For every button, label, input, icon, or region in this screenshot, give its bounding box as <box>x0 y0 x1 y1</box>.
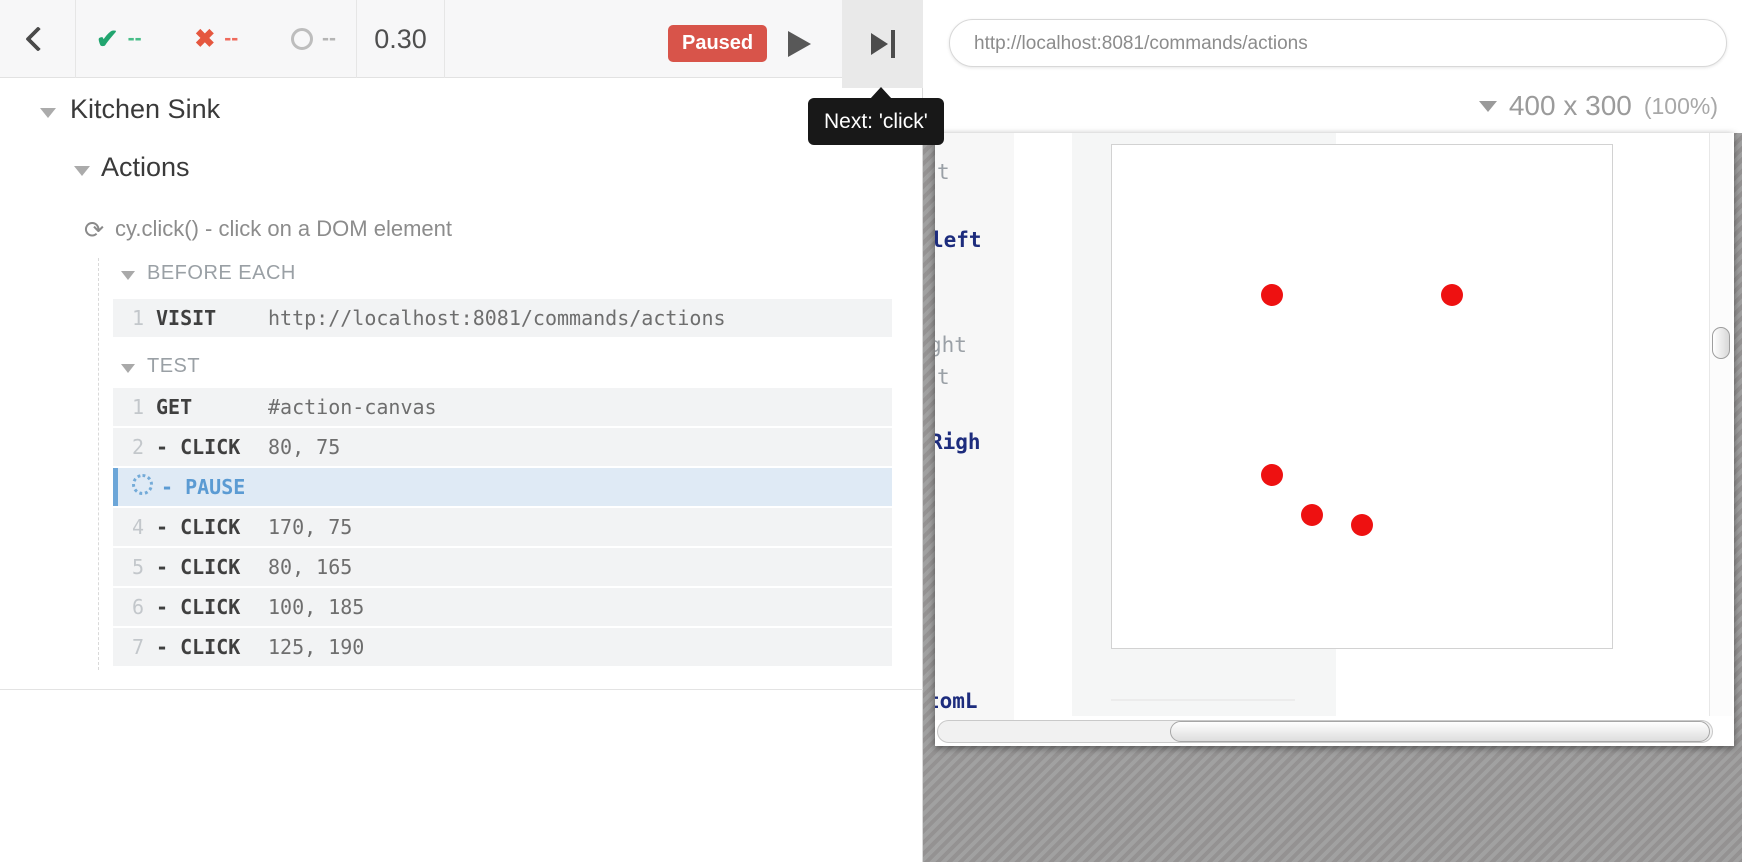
step-forward-icon <box>871 33 888 55</box>
command-value: 80, 165 <box>268 555 892 579</box>
stat-passed: ✔ -- <box>96 24 142 55</box>
code-fragment: left <box>935 228 982 252</box>
next-step-tooltip: Next: 'click' <box>808 98 944 145</box>
command-method: - CLICK <box>156 435 268 459</box>
horizontal-scrollbar-thumb[interactable] <box>1170 721 1710 742</box>
command-row-click[interactable]: 5 - CLICK 80, 165 <box>113 548 892 586</box>
command-number: 4 <box>113 515 156 539</box>
viewport-scale: (100%) <box>1644 93 1718 120</box>
command-row-click[interactable]: 2 - CLICK 80, 75 <box>113 428 892 466</box>
test-running-icon: ⟳ <box>84 216 104 245</box>
test-stats: ✔ -- ✖ -- -- <box>76 0 357 78</box>
x-icon: ✖ <box>194 24 215 54</box>
stat-pending: -- <box>291 27 336 51</box>
command-method: - CLICK <box>156 595 268 619</box>
failed-count: -- <box>224 27 238 51</box>
runner-panel: http://localhost:8081/commands/actions 4… <box>923 0 1742 862</box>
command-value: http://localhost:8081/commands/actions <box>268 306 892 330</box>
checkmark-icon: ✔ <box>96 24 119 55</box>
code-fragment: t <box>937 365 950 389</box>
circle-icon <box>291 28 313 50</box>
command-number: 1 <box>113 306 156 330</box>
code-fragment: t <box>937 160 950 184</box>
command-number: 6 <box>113 595 156 619</box>
reporter-panel: ✔ -- ✖ -- -- 0.30 Paused Next: 'clic <box>0 0 923 862</box>
command-row-click[interactable]: 7 - CLICK 125, 190 <box>113 628 892 666</box>
test-title[interactable]: cy.click() - click on a DOM element <box>115 216 452 242</box>
command-value: 80, 75 <box>268 435 892 459</box>
command-method: - PAUSE <box>161 475 273 499</box>
click-dot <box>1261 284 1283 306</box>
command-row-pause[interactable]: - PAUSE <box>113 468 892 506</box>
code-fragment: tomL <box>935 689 978 713</box>
viewport-size: 400 x 300 <box>1509 90 1632 122</box>
click-dot <box>1261 464 1283 486</box>
code-block-column <box>935 133 1014 720</box>
command-number: 7 <box>113 635 156 659</box>
click-dot <box>1351 514 1373 536</box>
command-value: #action-canvas <box>268 395 892 419</box>
command-method: VISIT <box>156 306 268 330</box>
paused-badge: Paused <box>668 25 767 62</box>
cypress-test-runner: ✔ -- ✖ -- -- 0.30 Paused Next: 'clic <box>0 0 1742 862</box>
iframe-stage: t left ght t Righ tomL <box>923 133 1742 862</box>
command-value: 100, 185 <box>268 595 892 619</box>
click-dot <box>1441 284 1463 306</box>
command-value: 125, 190 <box>268 635 892 659</box>
command-method: GET <box>156 395 268 419</box>
command-method: - CLICK <box>156 635 268 659</box>
command-method: - CLICK <box>156 515 268 539</box>
back-button[interactable] <box>0 0 76 78</box>
app-url-bar[interactable]: http://localhost:8081/commands/actions <box>949 19 1727 67</box>
command-row-click[interactable]: 6 - CLICK 100, 185 <box>113 588 892 626</box>
command-number: 5 <box>113 555 156 579</box>
command-row-get[interactable]: 1 GET #action-canvas <box>113 388 892 426</box>
hook-test[interactable]: TEST <box>147 355 200 378</box>
command-row-visit[interactable]: 1 VISIT http://localhost:8081/commands/a… <box>113 299 892 337</box>
caret-down-icon <box>1479 101 1497 112</box>
suite-actions[interactable]: Actions <box>101 152 190 183</box>
hook-before-each[interactable]: BEFORE EACH <box>147 262 296 285</box>
horizontal-scrollbar[interactable] <box>937 720 1713 743</box>
viewport-selector[interactable]: 400 x 300 (100%) <box>1479 90 1718 122</box>
command-value: 170, 75 <box>268 515 892 539</box>
click-dot <box>1301 504 1323 526</box>
test-indent-guide <box>98 258 99 670</box>
vertical-scrollbar[interactable] <box>1709 133 1732 716</box>
triangle-down-icon[interactable] <box>121 364 135 373</box>
reporter-divider <box>0 689 923 690</box>
command-number: 1 <box>113 395 156 419</box>
chevron-down-icon[interactable] <box>40 108 56 118</box>
action-canvas[interactable] <box>1111 144 1613 649</box>
code-fragment: ght <box>935 333 967 357</box>
next-step-button[interactable] <box>842 0 923 88</box>
command-number <box>118 474 161 500</box>
command-number: 2 <box>113 435 156 459</box>
horizontal-rule <box>1111 699 1295 701</box>
resume-button[interactable] <box>788 31 811 57</box>
test-duration: 0.30 <box>357 0 445 78</box>
passed-count: -- <box>128 27 142 51</box>
pending-count: -- <box>322 27 336 51</box>
vertical-scrollbar-thumb[interactable] <box>1712 327 1730 359</box>
triangle-down-icon[interactable] <box>121 271 135 280</box>
reporter-toolbar: ✔ -- ✖ -- -- 0.30 Paused <box>0 0 923 78</box>
pause-spinner-icon <box>132 474 153 495</box>
stat-failed: ✖ -- <box>194 24 238 54</box>
code-fragment: Righ <box>935 430 981 454</box>
suite-kitchen-sink[interactable]: Kitchen Sink <box>70 94 220 125</box>
command-row-click[interactable]: 4 - CLICK 170, 75 <box>113 508 892 546</box>
command-method: - CLICK <box>156 555 268 579</box>
chevron-left-icon <box>25 26 50 51</box>
chevron-down-icon[interactable] <box>74 166 90 176</box>
app-iframe[interactable]: t left ght t Righ tomL <box>935 133 1734 746</box>
